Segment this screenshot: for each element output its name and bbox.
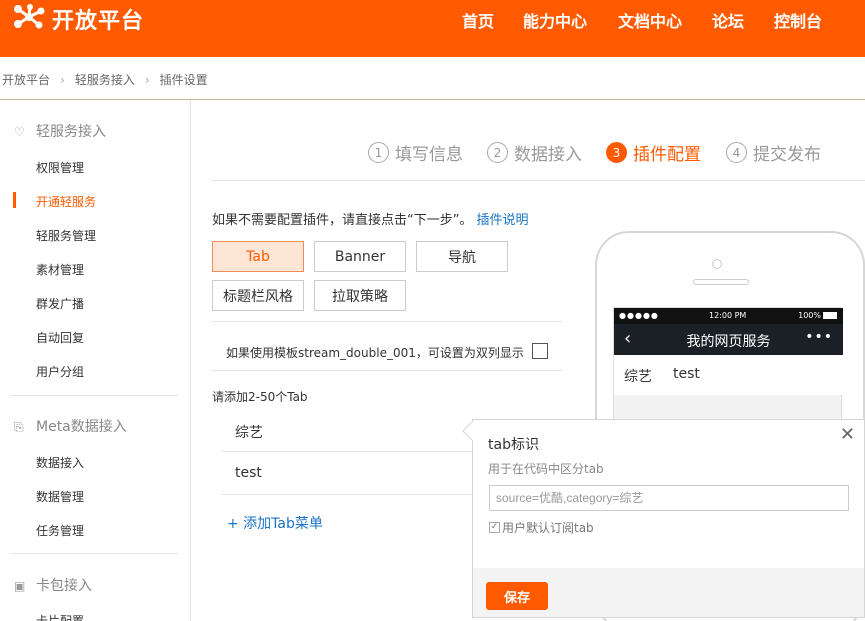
sidebar-group-card-pack[interactable]: ▣ 卡包接入 bbox=[14, 575, 92, 595]
tab-edit-popover: tab标识 ✕ 用于在代码中区分tab ✓用户默认订阅tab 保存 bbox=[472, 419, 865, 618]
step-2: 2 数据接入 bbox=[487, 140, 582, 165]
nav-capability-center[interactable]: 能力中心 bbox=[523, 8, 587, 32]
phone-status-bar: ●●●●● 12:00 PM 100% bbox=[614, 308, 843, 324]
page-root: 开放平台 首页 能力中心 文档中心 论坛 控制台 开放平台 › 轻服务接入 › 插件设置… bbox=[0, 0, 865, 621]
phone-tab: test bbox=[673, 366, 700, 382]
option-banner-button[interactable]: Banner bbox=[314, 241, 406, 272]
popover-footer: 保存 bbox=[473, 568, 864, 617]
battery-icon bbox=[823, 312, 837, 319]
heart-icon: ♡ bbox=[14, 125, 25, 139]
chevron-right-icon: › bbox=[60, 73, 65, 87]
sidebar: ♡ 轻服务接入 权限管理 开通轻服务 轻服务管理 素材管理 群发广播 自动回复 用… bbox=[0, 100, 191, 621]
sidebar-item-data-access[interactable]: 数据接入 bbox=[36, 454, 84, 471]
phone-screen: ●●●●● 12:00 PM 100% ‹ 我的网页服务 ••• 综艺 test bbox=[613, 307, 843, 422]
import-icon: ⎘ bbox=[14, 420, 24, 434]
molecule-logo-icon bbox=[12, 4, 48, 34]
sidebar-item-auto-reply[interactable]: 自动回复 bbox=[36, 329, 84, 346]
nav-forum[interactable]: 论坛 bbox=[712, 8, 744, 32]
option-fetch-strategy-button[interactable]: 拉取策略 bbox=[314, 280, 406, 311]
signal-icon: ●●●●● bbox=[619, 311, 659, 320]
top-header: 开放平台 首页 能力中心 文档中心 论坛 控制台 bbox=[0, 0, 865, 57]
plugin-help-link[interactable]: 插件说明 bbox=[476, 213, 528, 228]
sidebar-divider bbox=[10, 395, 178, 396]
step-4: 4 提交发布 bbox=[726, 140, 821, 165]
sidebar-item-data-management[interactable]: 数据管理 bbox=[36, 488, 84, 505]
double-column-checkbox[interactable] bbox=[532, 343, 548, 359]
option-tab-button[interactable]: Tab bbox=[212, 241, 304, 272]
card-icon: ▣ bbox=[14, 579, 26, 593]
phone-speaker bbox=[693, 279, 749, 285]
step-1: 1 填写信息 bbox=[368, 140, 463, 165]
tab-id-input[interactable] bbox=[489, 485, 849, 511]
sidebar-item-material-management[interactable]: 素材管理 bbox=[36, 261, 84, 278]
nav-console[interactable]: 控制台 bbox=[774, 8, 822, 32]
plugin-hint: 如果不需要配置插件，请直接点击“下一步”。 插件说明 bbox=[212, 213, 529, 228]
sidebar-item-task-management[interactable]: 任务管理 bbox=[36, 522, 84, 539]
step-3-current: 3 插件配置 bbox=[606, 140, 701, 165]
ellipsis-icon: ••• bbox=[805, 329, 833, 345]
phone-tab: 综艺 bbox=[624, 369, 652, 385]
section-divider bbox=[212, 370, 562, 371]
nav-doc-center[interactable]: 文档中心 bbox=[618, 8, 682, 32]
logo-text: 开放平台 bbox=[52, 9, 145, 34]
default-subscribe-checkbox[interactable]: ✓ 用户默认订阅tab bbox=[489, 519, 594, 536]
chevron-right-icon: › bbox=[144, 73, 150, 87]
sidebar-item-service-management[interactable]: 轻服务管理 bbox=[36, 227, 96, 244]
popover-title: tab标识 bbox=[488, 437, 539, 453]
breadcrumb-item[interactable]: 轻服务接入 bbox=[75, 73, 135, 87]
sidebar-item-card-config[interactable]: 卡片配置 bbox=[36, 612, 84, 621]
logo[interactable]: 开放平台 bbox=[12, 4, 145, 34]
battery-indicator: 100% bbox=[798, 311, 837, 320]
nav-home[interactable]: 首页 bbox=[462, 8, 494, 32]
close-icon[interactable]: ✕ bbox=[840, 424, 855, 445]
phone-nav-bar: ‹ 我的网页服务 ••• bbox=[614, 324, 843, 355]
double-column-label: 如果使用模板stream_double_001，可设置为双列显示 bbox=[226, 346, 524, 360]
steps-divider bbox=[212, 180, 865, 181]
breadcrumb-item[interactable]: 开放平台 bbox=[2, 73, 50, 87]
breadcrumb: 开放平台 › 轻服务接入 › 插件设置 bbox=[2, 71, 208, 88]
active-indicator bbox=[13, 192, 16, 208]
checkmark-icon: ✓ bbox=[489, 522, 500, 533]
sidebar-item-user-groups[interactable]: 用户分组 bbox=[36, 363, 84, 380]
tab-count-hint: 请添加2-50个Tab bbox=[212, 390, 308, 404]
sidebar-item-broadcast[interactable]: 群发广播 bbox=[36, 295, 84, 312]
section-divider bbox=[212, 321, 562, 322]
sidebar-divider bbox=[10, 553, 178, 554]
save-button[interactable]: 保存 bbox=[486, 582, 548, 610]
breadcrumb-item-current: 插件设置 bbox=[159, 73, 208, 87]
sidebar-item-activate-service[interactable]: 开通轻服务 bbox=[36, 193, 96, 210]
popover-description: 用于在代码中区分tab bbox=[488, 462, 604, 476]
sidebar-group-meta-data[interactable]: ⎘ Meta数据接入 bbox=[14, 416, 127, 436]
sidebar-group-light-service[interactable]: ♡ 轻服务接入 bbox=[14, 121, 106, 141]
add-tab-link[interactable]: + 添加Tab菜单 bbox=[227, 513, 323, 533]
sidebar-item-permissions[interactable]: 权限管理 bbox=[36, 159, 84, 176]
phone-camera bbox=[712, 259, 722, 269]
option-titlebar-style-button[interactable]: 标题栏风格 bbox=[212, 280, 304, 311]
option-nav-button[interactable]: 导航 bbox=[416, 241, 508, 272]
phone-tab-bar: 综艺 test bbox=[614, 355, 843, 395]
phone-time: 12:00 PM bbox=[709, 311, 747, 320]
